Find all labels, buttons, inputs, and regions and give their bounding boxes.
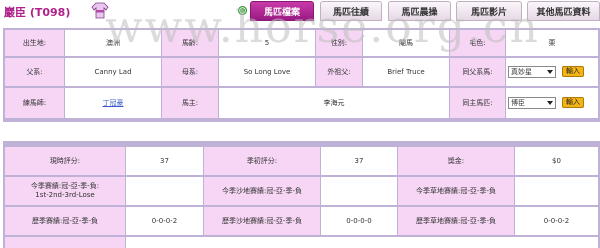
same-sire-select[interactable]: 真妙星: [508, 66, 556, 78]
same-owner-cell: 博臣 輸入: [506, 88, 598, 118]
stats-panel: 現時評分: 37 季初評分: 37 獎金: $0 今季賽績:冠-亞-季-負: 1…: [3, 141, 600, 248]
same-sire-enter-button[interactable]: 輸入: [562, 66, 584, 77]
sex-value: 閹馬: [363, 30, 449, 56]
origin-value: 澳洲: [65, 30, 161, 56]
season-turf-label: 今季草地賽績:冠-亞-季-負: [398, 177, 514, 205]
career-record-label: 歷季賽績:冠-亞-季-負: [5, 207, 125, 235]
season-turf-value: [515, 177, 598, 205]
age-label: 馬齡:: [162, 30, 218, 56]
current-rating-label: 現時評分:: [5, 147, 125, 175]
tab-horse-profile[interactable]: 馬匹檔案: [250, 1, 314, 21]
colour-value: 栗: [506, 30, 598, 56]
career-dirt-value: 0-0-0-0: [321, 207, 397, 235]
trainer-cell: 丁冠豪: [65, 88, 161, 118]
chevron-down-icon: [547, 101, 553, 105]
jockey-silk-icon: [91, 2, 109, 19]
dam-label: 母系:: [162, 58, 218, 86]
sire-value: Canny Lad: [65, 58, 161, 86]
tab-trackwork[interactable]: 馬匹晨操: [388, 1, 451, 21]
season-dirt-value: [321, 177, 397, 205]
selected-radio-icon: [238, 6, 247, 15]
chevron-down-icon: [547, 70, 553, 74]
career-turf-value: 0-0-0-2: [515, 207, 598, 235]
horse-name: 巖臣 (T098): [4, 6, 71, 19]
next-row-value: [126, 237, 598, 248]
season-dirt-label: 今季沙地賽績:冠-亞-季-負: [204, 177, 320, 205]
trainer-link[interactable]: 丁冠豪: [103, 99, 124, 108]
damsire-value: Brief Truce: [363, 58, 449, 86]
season-start-rating-label: 季初評分:: [204, 147, 320, 175]
same-owner-select-value: 博臣: [511, 98, 525, 107]
prize-label: 獎金:: [398, 147, 514, 175]
tab-videos[interactable]: 馬匹影片: [456, 1, 522, 21]
dam-value: So Long Love: [219, 58, 315, 86]
origin-label: 出生地:: [5, 30, 64, 56]
damsire-label: 外祖父:: [316, 58, 362, 86]
trainer-label: 練馬師:: [5, 88, 64, 118]
tab-race-records[interactable]: 馬匹往績: [320, 1, 382, 21]
same-owner-enter-button[interactable]: 輸入: [562, 97, 584, 108]
owner-label: 馬主:: [162, 88, 218, 118]
same-sire-label: 同父系馬:: [450, 58, 505, 86]
header-bar: 巖臣 (T098) 馬匹檔案 馬匹往績 馬匹晨操 馬匹影片 其他馬匹資料: [0, 0, 600, 22]
sex-label: 性別:: [316, 30, 362, 56]
season-record-label-line2: 1st-2nd-3rd-Lose: [35, 191, 95, 199]
same-sire-cell: 真妙星 輸入: [506, 58, 598, 86]
career-turf-label: 歷季草地賽績:冠-亞-季-負: [398, 207, 514, 235]
season-start-rating-value: 37: [321, 147, 397, 175]
next-row-label: [5, 237, 125, 248]
current-rating-value: 37: [126, 147, 203, 175]
age-value: 5: [219, 30, 315, 56]
same-owner-select[interactable]: 博臣: [508, 97, 556, 109]
owner-value: 李海元: [219, 88, 449, 118]
career-record-value: 0-0-0-2: [126, 207, 203, 235]
season-record-label-line1: 今季賽績:冠-亞-季-負:: [30, 182, 100, 190]
same-owner-label: 同主馬匹:: [450, 88, 505, 118]
tab-other-info[interactable]: 其他馬匹資料: [527, 1, 600, 21]
same-sire-select-value: 真妙星: [511, 67, 532, 76]
colour-label: 毛色:: [450, 30, 505, 56]
season-record-value: [126, 177, 203, 205]
profile-panel: 出生地: 澳洲 馬齡: 5 性別: 閹馬 毛色: 栗 父系: Canny Lad…: [3, 28, 600, 122]
career-dirt-label: 歷季沙地賽績:冠-亞-季-負: [204, 207, 320, 235]
sire-label: 父系:: [5, 58, 64, 86]
season-record-label: 今季賽績:冠-亞-季-負: 1st-2nd-3rd-Lose: [5, 177, 125, 205]
prize-value: $0: [515, 147, 598, 175]
